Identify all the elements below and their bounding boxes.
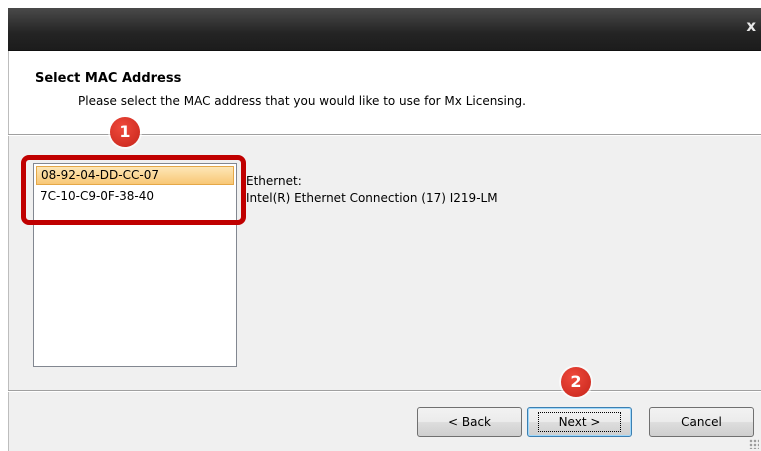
page-subtitle: Please select the MAC address that you w…: [78, 94, 526, 108]
cancel-button[interactable]: Cancel: [649, 407, 754, 437]
next-button-label: Next >: [537, 412, 622, 432]
back-button[interactable]: < Back: [417, 407, 522, 437]
adapter-type: Ethernet:: [246, 174, 302, 188]
adapter-info: Ethernet: Intel(R) Ethernet Connection (…: [246, 173, 498, 207]
annotation-highlight-box: [21, 155, 246, 225]
annotation-badge-2: 2: [561, 367, 591, 397]
resize-grip-icon[interactable]: [749, 439, 759, 449]
page-title: Select MAC Address: [35, 71, 182, 86]
close-icon[interactable]: x: [743, 16, 759, 36]
adapter-description: Intel(R) Ethernet Connection (17) I219-L…: [246, 191, 498, 205]
annotation-badge-1: 1: [110, 117, 140, 147]
title-bar: x: [8, 8, 761, 51]
next-button[interactable]: Next >: [527, 407, 632, 437]
